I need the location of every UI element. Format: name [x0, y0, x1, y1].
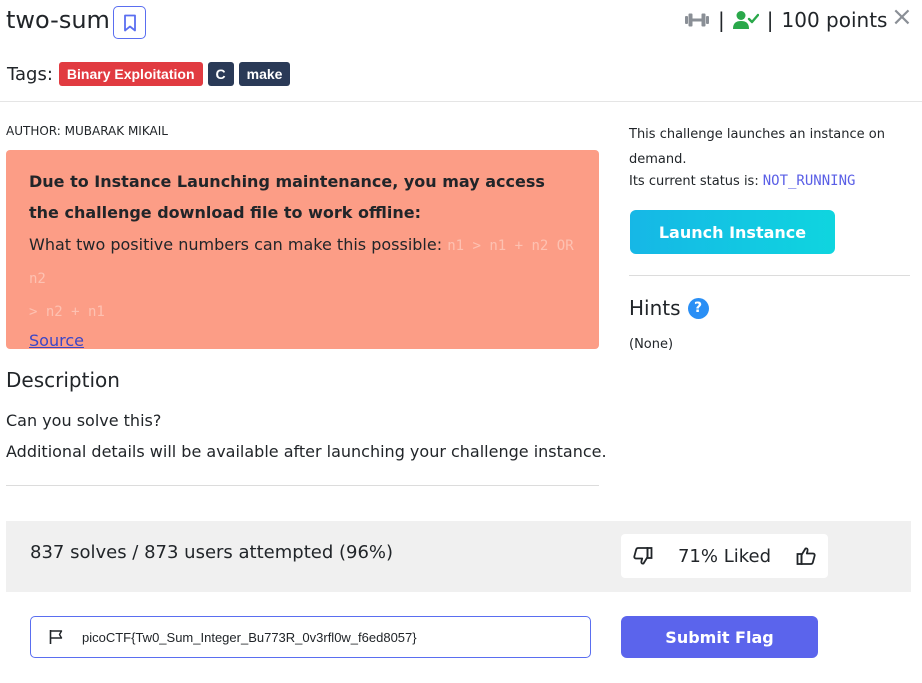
alert-question: What two positive numbers can make this …: [29, 229, 576, 328]
bookmark-icon: [123, 14, 136, 31]
tag-c[interactable]: C: [207, 62, 234, 86]
maintenance-alert: Due to Instance Launching maintenance, y…: [6, 150, 599, 350]
meta-separator: |: [718, 8, 725, 32]
source-link[interactable]: Source: [29, 331, 84, 350]
instance-info: This challenge launches an instance on d…: [629, 127, 885, 167]
description-line: Additional details will be available aft…: [6, 442, 607, 461]
tag-binary-exploitation[interactable]: Binary Exploitation: [58, 62, 203, 86]
hints-value: (None): [629, 337, 674, 352]
divider: [629, 275, 910, 276]
alert-code: > n2 + n1: [29, 304, 105, 320]
hints-heading: Hints ?: [629, 296, 709, 320]
solves-count: 837 solves / 873 users attempted (96%): [30, 542, 394, 563]
challenge-meta: | | 100 points: [684, 6, 887, 34]
status-value: NOT_RUNNING: [762, 173, 856, 189]
description-line: Can you solve this?: [6, 411, 162, 430]
flag-field[interactable]: [30, 616, 591, 658]
thumbs-up-icon[interactable]: [796, 546, 816, 566]
hints-title: Hints: [629, 296, 681, 320]
description-heading: Description: [6, 368, 120, 392]
launch-instance-button[interactable]: Launch Instance: [630, 210, 835, 254]
divider: [6, 485, 599, 486]
instance-status: Its current status is: NOT_RUNNING: [629, 173, 855, 189]
user-check-icon: [732, 11, 759, 29]
points-label: 100 points: [781, 8, 888, 32]
submit-flag-button[interactable]: Submit Flag: [621, 616, 818, 658]
alert-heading: Due to Instance Launching maintenance, y…: [29, 172, 545, 222]
close-icon[interactable]: ×: [891, 3, 913, 31]
author-label: AUTHOR: MUBARAK MIKAIL: [6, 124, 168, 138]
tag-make[interactable]: make: [238, 62, 291, 86]
flag-icon: [49, 630, 63, 644]
challenge-title: two-sum: [6, 6, 110, 34]
flag-input[interactable]: [82, 629, 562, 645]
dumbbell-icon: [685, 13, 709, 27]
tags-label: Tags:: [7, 63, 53, 85]
tag-list: Tags: Binary Exploitation C make: [7, 62, 295, 86]
thumbs-down-icon[interactable]: [633, 546, 653, 566]
alert-question-text: What two positive numbers can make this …: [29, 235, 443, 254]
divider: [0, 101, 922, 102]
liked-percentage: 71% Liked: [677, 545, 772, 567]
help-icon[interactable]: ?: [687, 297, 709, 319]
bookmark-button[interactable]: [113, 6, 146, 39]
meta-separator: |: [766, 8, 774, 32]
like-widget: 71% Liked: [621, 534, 828, 578]
status-label: Its current status is:: [629, 174, 759, 189]
